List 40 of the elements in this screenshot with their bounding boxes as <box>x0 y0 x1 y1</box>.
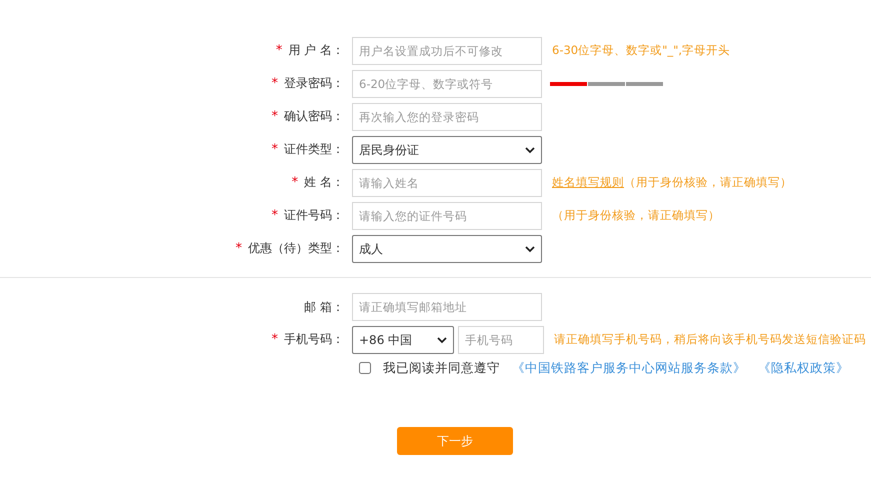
phone-input[interactable]: 手机号码 <box>458 326 544 354</box>
input-field[interactable]: 再次输入您的登录密码 <box>352 103 542 131</box>
chevron-down-icon <box>525 246 535 252</box>
input-field[interactable]: 请输入姓名 <box>352 169 542 197</box>
required-mark: * <box>272 332 278 348</box>
required-mark: * <box>272 142 278 158</box>
required-mark: * <box>236 241 242 256</box>
input-field[interactable]: 6-20位字母、数字或符号 <box>352 70 542 98</box>
field-label: 邮 箱： <box>304 300 344 314</box>
field-label: 姓 名： <box>304 175 344 190</box>
next-button[interactable]: 下一步 <box>397 426 513 455</box>
hint-text: 请正确填写手机号码，稍后将向该手机号码发送短信验证码 <box>554 331 866 348</box>
agree-checkbox[interactable] <box>359 362 371 374</box>
input-field[interactable]: 请正确填写邮箱地址 <box>352 293 542 321</box>
required-mark: * <box>272 109 278 124</box>
hint-text: （用于身份核验，请正确填写） <box>552 207 720 224</box>
chevron-down-icon <box>525 146 535 154</box>
required-mark: * <box>272 208 278 224</box>
input-field[interactable]: 请输入您的证件号码 <box>352 202 542 230</box>
select-field[interactable]: 居民身份证 <box>352 136 542 164</box>
required-mark: * <box>292 175 298 190</box>
field-label: 证件号码： <box>284 208 344 222</box>
hint-text: （用于身份核验，请正确填写） <box>624 174 792 192</box>
field-label: 用 户 名： <box>288 43 344 58</box>
field-label: 登录密码： <box>284 76 344 90</box>
rules-link[interactable]: 姓名填写规则 <box>552 174 624 192</box>
field-label: 手机号码： <box>284 332 344 346</box>
select-field[interactable]: +86 中国 <box>352 326 454 354</box>
field-label: 证件类型： <box>284 142 344 156</box>
field-label: 确认密码： <box>284 109 344 124</box>
terms-link[interactable]: 《中国铁路客户服务中心网站服务条款》 <box>512 359 746 378</box>
hint-text: 6-30位字母、数字或"_",字母开头 <box>552 42 730 60</box>
required-mark: * <box>272 76 278 92</box>
terms-link[interactable]: 《隐私权政策》 <box>758 359 849 378</box>
required-mark: * <box>276 43 282 58</box>
select-field[interactable]: 成人 <box>352 235 542 263</box>
chevron-down-icon <box>437 336 447 344</box>
field-label: 优惠（待）类型： <box>248 241 344 256</box>
agreement-text: 我已阅读并同意遵守 <box>383 359 500 377</box>
input-field[interactable]: 用户名设置成功后不可修改 <box>352 37 542 65</box>
